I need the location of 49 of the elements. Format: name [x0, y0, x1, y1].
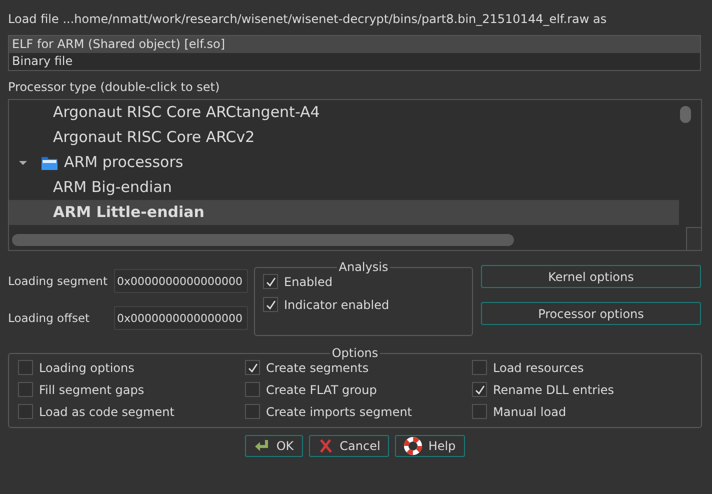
processor-type-label: Processor type (double-click to set)	[8, 79, 221, 96]
field-label: Loading offset	[8, 311, 91, 325]
checkbox[interactable]	[18, 360, 33, 375]
option-checkbox[interactable]: Loading options	[18, 360, 245, 375]
group-title: Options	[330, 346, 380, 360]
input-field[interactable]: 0x0000000000000000	[114, 269, 248, 293]
option-checkbox[interactable]: Load as code segment	[18, 404, 245, 419]
checkbox[interactable]	[472, 360, 487, 375]
checkbox[interactable]	[245, 382, 260, 397]
cancel-button[interactable]: Cancel	[308, 435, 390, 457]
tree-item[interactable]: Argonaut RISC Core ARCv2	[9, 125, 679, 150]
cross-icon	[318, 438, 334, 454]
help-button[interactable]: Help	[395, 435, 465, 457]
checkbox[interactable]	[18, 382, 33, 397]
folder-icon	[41, 156, 58, 170]
checkbox[interactable]	[263, 297, 278, 312]
option-checkbox[interactable]: Create imports segment	[245, 404, 472, 419]
ok-button[interactable]: OK	[245, 435, 303, 457]
load-file-label: Load file ...home/nmatt/work/research/wisenet/wisenet-decrypt/bins/part8.bin_21510144_elf.raw as	[8, 11, 608, 28]
checkbox[interactable]	[263, 274, 278, 289]
option-checkbox[interactable]: Fill segment gaps	[18, 382, 245, 397]
tree-item[interactable]: Argonaut RISC Core ARCtangent-A4	[9, 100, 679, 125]
lifebuoy-icon	[404, 437, 422, 455]
group-title: Analysis	[338, 260, 390, 274]
checkbox[interactable]	[472, 382, 487, 397]
checkbox[interactable]	[18, 404, 33, 419]
format-item[interactable]: Binary file	[9, 53, 700, 70]
tree-item[interactable]: ARM processors	[9, 150, 679, 175]
option-checkbox[interactable]: Create segments	[245, 360, 472, 375]
option-checkbox[interactable]: Rename DLL entries	[472, 382, 692, 397]
scrollbar-thumb[interactable]	[680, 106, 691, 123]
tree-item[interactable]: ARM Big-endian	[9, 175, 679, 200]
checkbox[interactable]	[245, 360, 260, 375]
input-field[interactable]: 0x0000000000000000	[114, 306, 248, 330]
analysis-checkbox[interactable]: Indicator enabled	[263, 297, 464, 312]
return-arrow-icon	[254, 438, 270, 454]
options-button[interactable]: Kernel options	[481, 265, 701, 288]
option-checkbox[interactable]: Create FLAT group	[245, 382, 472, 397]
format-item[interactable]: ELF for ARM (Shared object) [elf.so]	[9, 36, 700, 53]
scrollbar-thumb[interactable]	[12, 234, 514, 246]
options-button[interactable]: Processor options	[481, 302, 701, 325]
analysis-checkbox[interactable]: Enabled	[263, 274, 464, 289]
expand-arrow-icon[interactable]	[19, 158, 27, 166]
field-label: Loading segment	[8, 274, 108, 288]
option-checkbox[interactable]: Manual load	[472, 404, 692, 419]
checkbox[interactable]	[472, 404, 487, 419]
option-checkbox[interactable]: Load resources	[472, 360, 692, 375]
checkbox[interactable]	[245, 404, 260, 419]
tree-item[interactable]: ARM Little-endian	[9, 200, 679, 225]
